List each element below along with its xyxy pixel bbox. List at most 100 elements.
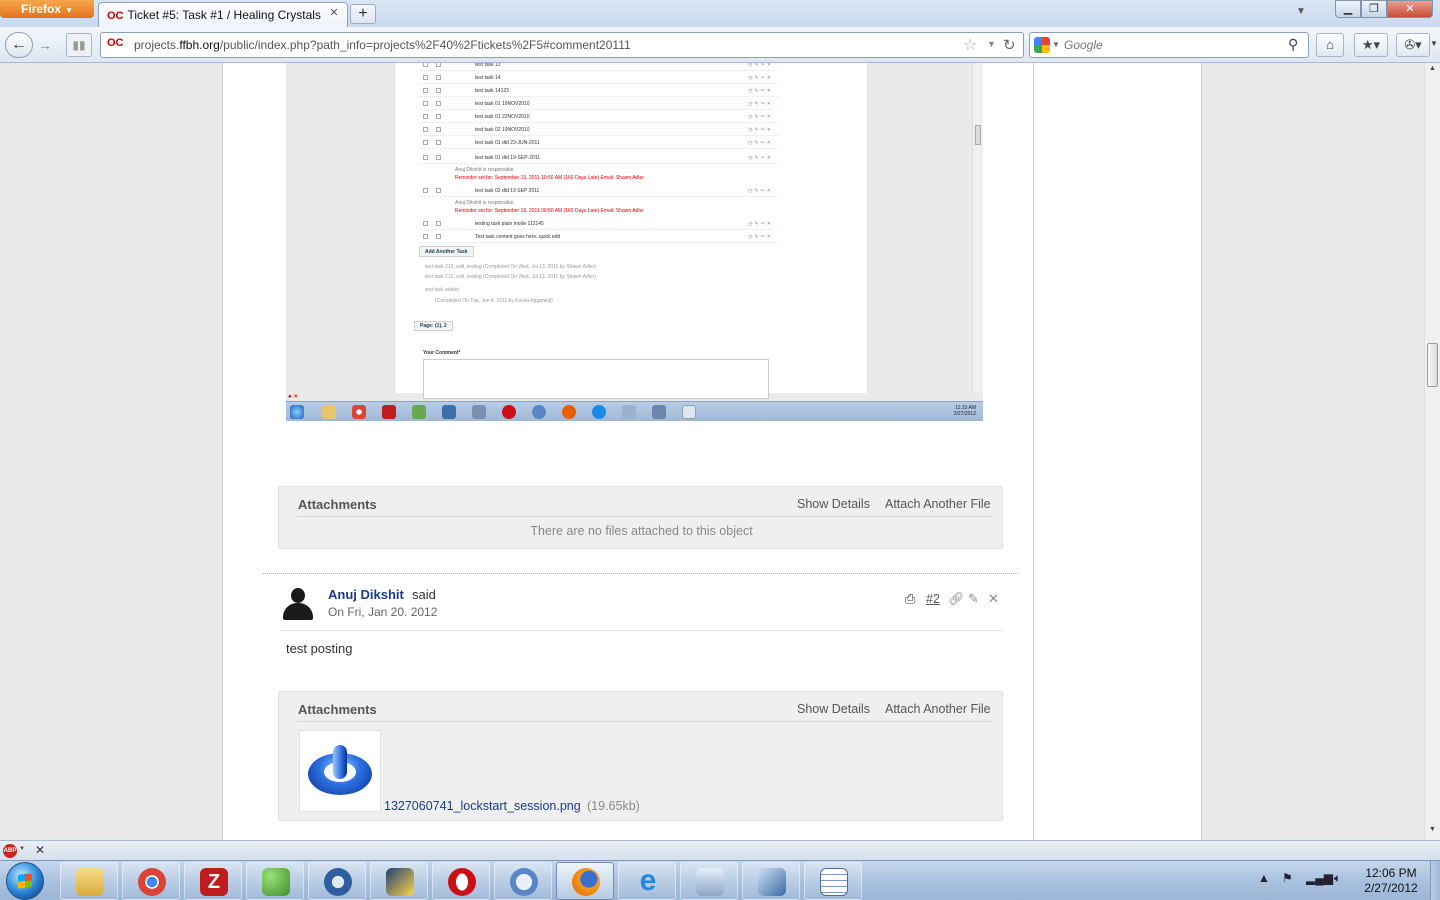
comment-date: On Fri, Jan 20. 2012 [328, 605, 438, 619]
search-icon[interactable]: ⚲ [1288, 36, 1298, 53]
explorer-taskbar-button[interactable] [60, 862, 118, 900]
page-scrollbar[interactable]: ▲ ▼ [1424, 63, 1440, 840]
attach-another-file-link[interactable]: Attach Another File [885, 702, 991, 716]
google-engine-icon[interactable] [1034, 37, 1050, 53]
title-bar: Firefox ▼ OC Ticket #5: Task #1 / Healing … [0, 0, 1440, 28]
link-icon[interactable]: 🔗︎ [948, 591, 965, 607]
toolbar-overflow-icon[interactable]: ▼ [1430, 39, 1438, 48]
chrome-taskbar-button[interactable] [122, 862, 180, 900]
show-details-link[interactable]: Show Details [797, 497, 870, 511]
search-input[interactable]: Google [1064, 38, 1103, 52]
start-button[interactable] [6, 862, 44, 900]
network-taskbar-button[interactable] [370, 862, 428, 900]
task-label: testing task plain mode 112145 [475, 221, 544, 227]
list-item: test task 13 ◷✎✂✕ [419, 63, 777, 71]
scroll-up-icon[interactable]: ▲ [1425, 65, 1440, 72]
avatar [281, 586, 315, 620]
addon-toolbar-button[interactable]: ✇▾ [1396, 33, 1430, 57]
edit-icon[interactable]: ✎ [968, 591, 979, 607]
spreadsheet-taskbar-button[interactable] [804, 862, 862, 900]
bookmark-star-icon[interactable]: ☆ [963, 35, 977, 55]
firefox-menu-button[interactable]: Firefox ▼ [0, 0, 94, 18]
attachment-file-link[interactable]: 1327060741_lockstart_session.png [384, 799, 581, 813]
close-icon[interactable]: ✕ [35, 843, 45, 857]
pagination: Page: (1), 2 [414, 321, 453, 331]
attach-another-file-link[interactable]: Attach Another File [885, 497, 991, 511]
attachments-panel: Attachments Show Details Attach Another … [278, 691, 1003, 821]
network-signal-icon[interactable]: ▂▄▆ [1306, 871, 1333, 885]
comment-permalink[interactable]: #2 [926, 592, 940, 606]
spreadsheet-icon [820, 868, 848, 896]
action-center-flag-icon[interactable]: ⚑ [1282, 871, 1293, 885]
ie-icon: e [639, 864, 657, 897]
adblock-plus-icon[interactable]: ABP [3, 844, 17, 858]
task-label: test task 02 dtd 19 SEP 2011 [475, 188, 540, 194]
safari-taskbar-button[interactable] [494, 862, 552, 900]
reload-icon[interactable]: ↻ [1003, 36, 1016, 54]
firefox-icon [562, 405, 576, 419]
system-clock[interactable]: 12:06 PM 2/27/2012 [1356, 866, 1426, 896]
url-text[interactable]: projects.ffbh.org/public/index.php?path_… [134, 38, 631, 52]
print-icon[interactable]: ⎙ [905, 591, 915, 607]
scrollbar-thumb[interactable] [1427, 343, 1438, 387]
tab-list-icon[interactable]: ▼ [1296, 6, 1306, 17]
list-item: test task 01 dtd 19-SEP-2011 ◷✎✂✕ [419, 152, 777, 164]
display-icon [622, 405, 636, 419]
opera-taskbar-button[interactable] [432, 862, 490, 900]
task-label: test task 13 [475, 63, 501, 68]
folder-icon [322, 405, 336, 419]
comment-body: test posting [286, 641, 353, 656]
maximize-button[interactable]: ❐ [1361, 0, 1387, 18]
url-path: /public/index.php?path_info=projects%2F4… [219, 38, 631, 52]
chrome-icon [138, 868, 166, 896]
history-dropdown-icon[interactable]: ▼ [987, 39, 996, 49]
reminder-note: Reminder set for: September 19, 2011 10:… [455, 175, 644, 181]
volume-icon[interactable]: 🔈︎ [1334, 871, 1341, 886]
minimize-button[interactable]: ▁ [1335, 0, 1361, 18]
site-identity-icon[interactable]: OC [107, 37, 124, 49]
filezilla-taskbar-button[interactable]: Z [184, 862, 242, 900]
tab-title: Ticket #5: Task #1 / Healing Crystals [127, 8, 321, 22]
attachment-thumbnail[interactable] [299, 730, 381, 812]
bookmarks-menu-button[interactable]: ★▾ [1354, 33, 1388, 57]
close-window-button[interactable]: ✕ [1387, 0, 1433, 18]
comment-toolbar: ⎙ #2 🔗︎ ✎ ✕ [905, 591, 1005, 609]
task-label: test task 02 19NOV2010 [475, 127, 530, 133]
sidebar-column [1034, 63, 1202, 840]
delete-icon[interactable]: ✕ [988, 591, 999, 607]
tab-active[interactable]: OC Ticket #5: Task #1 / Healing Crystals [98, 2, 348, 28]
completed-task: test task added [425, 287, 459, 293]
filezilla-icon: Z [200, 868, 228, 896]
show-hidden-icons-icon[interactable]: ▲ [1258, 871, 1270, 885]
search-bar[interactable]: ▼ Google ⚲ [1029, 32, 1309, 58]
system-tray: ▲ ⚑ ▂▄▆ 🔈︎ [1256, 869, 1356, 893]
attachments-title: Attachments [298, 497, 377, 512]
messenger-taskbar-button[interactable] [246, 862, 304, 900]
remote-desktop-taskbar-button[interactable] [680, 862, 738, 900]
comment-author-link[interactable]: Anuj Dikshit [328, 587, 404, 602]
new-tab-button[interactable]: + [350, 4, 376, 24]
users-icon [262, 868, 290, 896]
thunderbird-taskbar-button[interactable] [308, 862, 366, 900]
task-label: test task 01 dtd 19-SEP-2011 [475, 155, 540, 161]
ie-taskbar-button[interactable]: e [618, 862, 676, 900]
tab-close-icon[interactable]: ✕ [326, 5, 342, 21]
firefox-taskbar-button[interactable] [556, 862, 614, 900]
home-button[interactable]: ⌂ [1316, 33, 1344, 57]
search-engine-dropdown-icon[interactable]: ▼ [1052, 40, 1060, 49]
show-desktop-button[interactable] [1430, 861, 1440, 900]
comment-separator [263, 573, 1018, 574]
list-item: test task 02 19NOV2010 ◷✎✂✕ [419, 124, 777, 136]
show-details-link[interactable]: Show Details [797, 702, 870, 716]
attachments-panel: Attachments Show Details Attach Another … [278, 486, 1003, 549]
virtualbox-taskbar-button[interactable] [742, 862, 800, 900]
chevron-down-icon[interactable]: ▼ [19, 846, 25, 852]
scroll-down-icon[interactable]: ▼ [1425, 826, 1440, 833]
users-icon [412, 405, 426, 419]
url-bar[interactable]: OC projects.ffbh.org/public/index.php?pa… [100, 32, 1024, 58]
forward-button[interactable]: → [36, 35, 54, 55]
feed-icon[interactable]: ▮▮ [66, 33, 92, 57]
thunderbird-icon [442, 405, 456, 419]
back-button[interactable]: ← [5, 32, 33, 58]
responsible-note: Anuj Dikshit is responsible. [455, 200, 515, 206]
